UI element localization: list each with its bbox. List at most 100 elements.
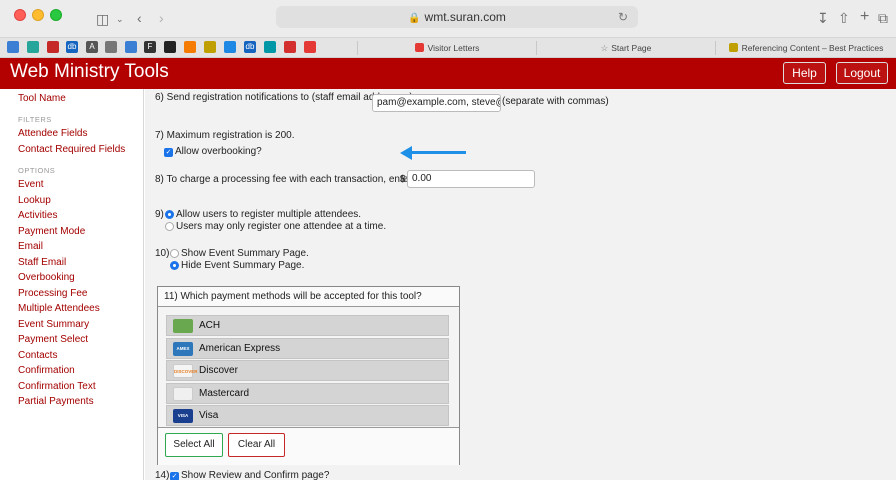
box-icon[interactable] (224, 41, 236, 53)
sidebar-item-event[interactable]: Event (18, 179, 44, 190)
allow-overbooking-label: Allow overbooking? (175, 146, 262, 157)
dot-icon[interactable] (264, 41, 276, 53)
minimize-window-button[interactable] (32, 9, 44, 21)
sidebar-item-staff-email[interactable]: Staff Email (18, 257, 66, 268)
download-icon[interactable]: ↧ (817, 10, 829, 26)
q10-number: 10) (155, 248, 170, 259)
sidebar-item-confirmation-text[interactable]: Confirmation Text (18, 381, 96, 392)
sidebar-item-tool-name[interactable]: Tool Name (18, 93, 66, 104)
address-bar[interactable]: 🔒 wmt.suran.com ↻ (276, 6, 638, 28)
db-icon[interactable]: db (66, 41, 78, 53)
sidebar-heading-options: OPTIONS (18, 166, 56, 175)
tab-label: Referencing Content – Best Practices (741, 43, 884, 53)
payment-method-row[interactable]: AMEX American Express (166, 337, 449, 359)
sidebar-item-payment-mode[interactable]: Payment Mode (18, 226, 85, 237)
pin-icon[interactable] (125, 41, 137, 53)
triangle-icon[interactable] (105, 41, 117, 53)
browser-toolbar: ◫ ⌄ ‹ › 🔒 wmt.suran.com ↻ ↧ ⇧ + ⧉ (0, 0, 896, 38)
hide-summary-label: Hide Event Summary Page. (181, 260, 305, 271)
single-attendee-radio[interactable] (165, 222, 174, 231)
star-icon: ☆ (600, 43, 609, 53)
q11-label: 11) Which payment methods will be accept… (158, 287, 459, 307)
sidebar-item-attendee-fields[interactable]: Attendee Fields (18, 128, 88, 139)
tab-overview-icon[interactable]: ⧉ (878, 10, 888, 26)
logout-button[interactable]: Logout (836, 62, 888, 84)
select-all-button[interactable]: Select All (165, 433, 223, 457)
sidebar: Tool Name FILTERS Attendee Fields Contact… (0, 89, 144, 480)
payment-method-label: Mastercard (199, 387, 250, 399)
tab-visitor-letters[interactable]: Visitor Letters (358, 40, 536, 56)
hide-summary-radio[interactable] (170, 261, 179, 270)
show-summary-radio[interactable] (170, 249, 179, 258)
payment-method-label: Discover (199, 365, 238, 376)
sidebar-item-contact-required-fields[interactable]: Contact Required Fields (18, 144, 125, 155)
sidebar-item-lookup[interactable]: Lookup (18, 195, 51, 206)
sidebar-item-multiple-attendees[interactable]: Multiple Attendees (18, 303, 100, 314)
clock-icon[interactable] (184, 41, 196, 53)
share-icon[interactable]: ⇧ (838, 10, 850, 26)
reload-icon[interactable]: ↻ (618, 6, 628, 28)
single-attendee-label: Users may only register one attendee at … (176, 221, 387, 232)
play-icon[interactable] (304, 41, 316, 53)
visa-icon: VISA (173, 409, 193, 423)
url-text: wmt.suran.com (424, 10, 506, 24)
lock-icon: 🔒 (408, 13, 421, 24)
sidebar-item-payment-select[interactable]: Payment Select (18, 334, 88, 345)
multiple-attendees-label: Allow users to register multiple attende… (176, 209, 362, 220)
sidebar-item-overbooking[interactable]: Overbooking (18, 272, 75, 283)
q7-label: 7) Maximum registration is 200. (155, 130, 295, 141)
new-tab-icon[interactable]: + (860, 9, 869, 25)
show-review-checkbox[interactable]: ✓ (170, 472, 179, 480)
payment-method-row[interactable]: DISCOVER Discover (166, 360, 449, 381)
staff-email-input[interactable]: pam@example.com, steve@exan (372, 94, 501, 112)
discover-icon: DISCOVER (173, 364, 198, 378)
sidebar-item-processing-fee[interactable]: Processing Fee (18, 288, 87, 299)
mail-icon (414, 43, 424, 52)
processing-fee-input[interactable]: 0.00 (407, 170, 535, 188)
mastercard-icon (173, 386, 193, 401)
sidebar-item-event-summary[interactable]: Event Summary (18, 319, 89, 330)
ring-icon[interactable] (284, 41, 296, 53)
main-content: 6) Send registration notifications to (s… (145, 89, 896, 480)
zoom-window-button[interactable] (50, 9, 62, 21)
letter-f-icon[interactable]: F (144, 41, 156, 53)
payment-method-row[interactable]: Mastercard (166, 382, 449, 404)
sidebar-item-activities[interactable]: Activities (18, 210, 57, 221)
show-review-label: Show Review and Confirm page? (181, 470, 330, 480)
q9-number: 9) (155, 209, 164, 220)
payment-actions: Select All Clear All (158, 427, 459, 465)
db-icon[interactable]: db (244, 41, 256, 53)
sidebar-item-email[interactable]: Email (18, 241, 43, 252)
help-button[interactable]: Help (783, 62, 826, 84)
letter-a-icon[interactable]: A (86, 41, 98, 53)
show-summary-label: Show Event Summary Page. (181, 248, 309, 259)
q14-number: 14) (155, 470, 170, 480)
slash-icon (728, 43, 738, 52)
tab-referencing-content[interactable]: Referencing Content – Best Practices (716, 40, 896, 56)
sidebar-item-contacts[interactable]: Contacts (18, 350, 57, 361)
payment-method-row[interactable]: VISA Visa (166, 405, 449, 426)
currency-symbol: $ (400, 174, 406, 185)
pin-icon[interactable] (7, 41, 19, 53)
tab-start-page[interactable]: ☆ Start Page (537, 40, 715, 56)
slash-icon[interactable] (204, 41, 216, 53)
list-icon[interactable] (27, 41, 39, 53)
circle-icon[interactable] (47, 41, 59, 53)
close-window-button[interactable] (14, 9, 26, 21)
chevron-down-icon[interactable]: ⌄ (116, 11, 124, 27)
payment-method-label: ACH (199, 320, 221, 331)
sidebar-toggle-icon[interactable]: ◫ (96, 11, 109, 27)
forward-icon[interactable]: › (159, 10, 164, 26)
sidebar-item-partial-payments[interactable]: Partial Payments (18, 396, 94, 407)
payment-method-row[interactable]: ACH (166, 315, 449, 336)
multiple-attendees-radio[interactable] (165, 210, 174, 219)
sidebar-heading-filters: FILTERS (18, 115, 52, 124)
ach-icon (173, 319, 193, 333)
sidebar-item-confirmation[interactable]: Confirmation (18, 365, 75, 376)
circle-icon[interactable] (164, 41, 176, 53)
app-title: Web Ministry Tools (10, 61, 169, 82)
clear-all-button[interactable]: Clear All (228, 433, 285, 457)
tab-label: Visitor Letters (427, 43, 480, 53)
back-icon[interactable]: ‹ (137, 10, 142, 26)
allow-overbooking-checkbox[interactable]: ✓ (164, 148, 173, 157)
